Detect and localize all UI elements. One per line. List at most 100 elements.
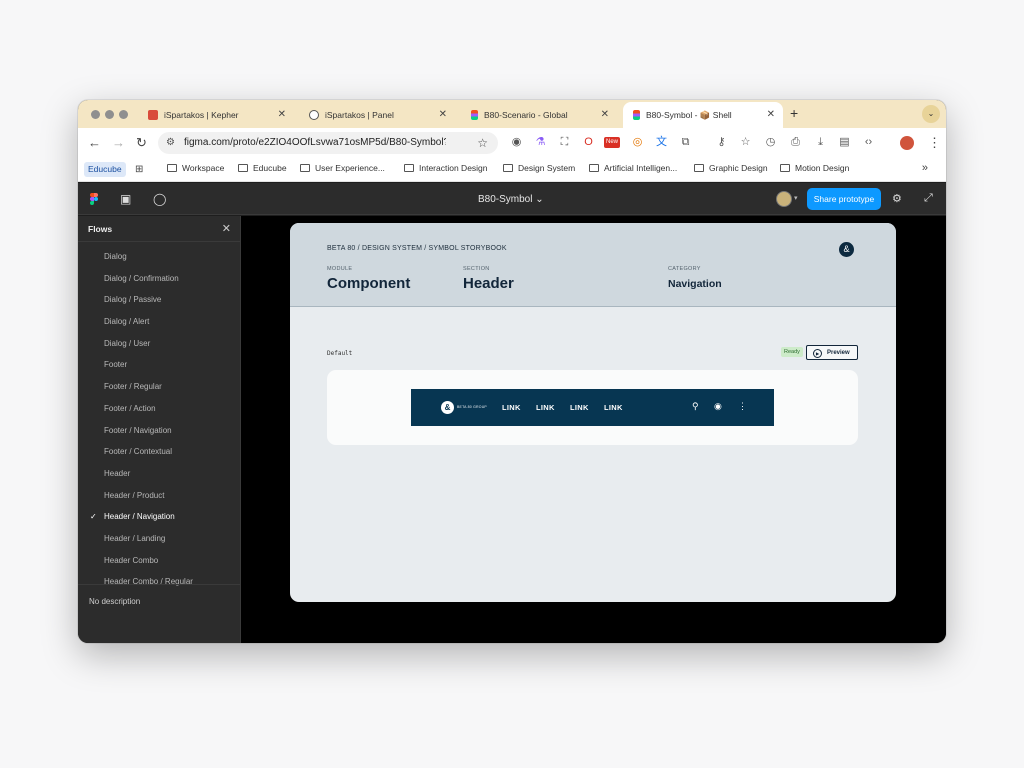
avatar[interactable] xyxy=(776,191,792,207)
nav-link[interactable]: LINK xyxy=(502,403,521,412)
flow-item[interactable]: Footer / Regular xyxy=(78,376,241,398)
download-icon[interactable]: ⤓ xyxy=(814,136,827,149)
tab-panel[interactable]: iSpartakos | Panel ✕ xyxy=(299,102,455,128)
bookmark-folder[interactable]: Workspace xyxy=(167,163,224,173)
nav-link[interactable]: LINK xyxy=(570,403,589,412)
red-box-icon xyxy=(148,110,158,120)
comment-icon[interactable]: ◯ xyxy=(153,192,166,206)
status-badge: Ready xyxy=(781,347,803,357)
new-badge[interactable]: New xyxy=(604,137,621,148)
settings-sliders-icon[interactable]: ⚙ xyxy=(892,192,902,205)
opera-icon[interactable]: O xyxy=(582,136,595,149)
flow-item[interactable]: Dialog / Passive xyxy=(78,289,241,311)
flow-item[interactable]: Header Combo xyxy=(78,550,241,572)
flow-item[interactable]: Dialog xyxy=(78,246,241,268)
share-prototype-button[interactable]: Share prototype xyxy=(807,188,881,210)
flow-item[interactable]: Header / Product xyxy=(78,485,241,507)
category-value: Navigation xyxy=(668,278,722,290)
flow-item[interactable]: Dialog / User xyxy=(78,333,241,355)
file-title-dropdown[interactable]: B80-Symbol ⌄ xyxy=(478,194,544,205)
apps-grid-icon[interactable]: ⊞ xyxy=(135,164,143,175)
variant-name: Default xyxy=(327,350,353,357)
brand-name: BETA 80 GROUP xyxy=(457,405,487,409)
flow-item[interactable]: Dialog / Alert xyxy=(78,311,241,333)
flow-item[interactable]: Footer xyxy=(78,354,241,376)
tab-kepher[interactable]: iSpartakos | Kepher ✕ xyxy=(138,102,294,128)
reload-icon[interactable]: ↻ xyxy=(136,135,147,151)
translate-icon[interactable]: 文 xyxy=(655,136,668,149)
close-icon[interactable]: ✕ xyxy=(278,109,286,120)
bookmark-educube-chip[interactable]: Educube xyxy=(84,162,126,177)
star-icon[interactable]: ☆ xyxy=(739,136,752,149)
section-label: SECTION xyxy=(463,266,490,272)
flow-item[interactable]: Header xyxy=(78,463,241,485)
bookmarks-bar: Educube ⊞ Workspace Educube User Experie… xyxy=(78,158,946,182)
bookmark-folder[interactable]: User Experience... xyxy=(300,163,385,173)
new-tab-button[interactable]: + xyxy=(790,105,798,121)
site-settings-icon[interactable]: ⚙ xyxy=(166,137,175,148)
storybook-frame: BETA 80 / DESIGN SYSTEM / SYMBOL STORYBO… xyxy=(290,223,896,602)
bookmark-folder[interactable]: Design System xyxy=(503,163,575,173)
extensions-icon[interactable]: ⧉ xyxy=(679,136,692,149)
chevron-down-icon[interactable]: ▾ xyxy=(794,194,798,202)
bookmark-folder[interactable]: Educube xyxy=(238,163,287,173)
figma-toolbar: ▣ ◯ B80-Symbol ⌄ ▾ Share prototype ⚙ ⤢ xyxy=(78,183,946,215)
folder-icon xyxy=(589,164,599,172)
minimize-window-button[interactable] xyxy=(105,110,114,119)
bookmark-label: Educube xyxy=(253,163,287,173)
bookmark-folder[interactable]: Interaction Design xyxy=(404,163,488,173)
nav-link[interactable]: LINK xyxy=(536,403,555,412)
close-icon[interactable]: ✕ xyxy=(222,222,231,235)
flask-icon[interactable]: ⚗ xyxy=(534,136,547,149)
profile-avatar[interactable] xyxy=(900,136,914,150)
tab-scenario[interactable]: B80-Scenario - Global ✕ xyxy=(461,102,617,128)
tab-strip: iSpartakos | Kepher ✕ iSpartakos | Panel… xyxy=(78,100,946,128)
history-icon[interactable]: ◷ xyxy=(764,136,777,149)
tab-search-button[interactable]: ⌄ xyxy=(922,105,940,123)
code-icon[interactable]: ‹› xyxy=(862,136,875,149)
figma-logo-icon[interactable] xyxy=(90,193,98,205)
close-icon[interactable]: ✕ xyxy=(439,109,447,120)
screenshot-icon[interactable]: ⛶ xyxy=(558,136,571,149)
flow-item[interactable]: Footer / Action xyxy=(78,398,241,420)
search-icon[interactable]: ⚲ xyxy=(692,401,699,412)
bookmark-folder[interactable]: Graphic Design xyxy=(694,163,768,173)
nav-link[interactable]: LINK xyxy=(604,403,623,412)
brand-logo-icon[interactable]: & xyxy=(441,401,454,414)
user-account-icon[interactable]: ◉ xyxy=(714,401,722,412)
close-icon[interactable]: ✕ xyxy=(767,109,775,120)
color-ring-icon[interactable]: ◎ xyxy=(631,136,644,149)
flow-item[interactable]: Footer / Navigation xyxy=(78,420,241,442)
more-bookmarks-icon[interactable]: » xyxy=(922,162,928,174)
camera-icon[interactable]: ◉ xyxy=(510,136,523,149)
bookmark-star-icon[interactable]: ☆ xyxy=(477,136,488,150)
bookmark-folder[interactable]: Motion Design xyxy=(780,163,849,173)
forward-icon[interactable]: → xyxy=(112,135,125,151)
folder-icon xyxy=(300,164,310,172)
password-key-icon[interactable]: ⚷ xyxy=(715,136,728,149)
preview-button[interactable]: ▶ Preview xyxy=(806,345,858,360)
bookmark-folder[interactable]: Artificial Intelligen... xyxy=(589,163,677,173)
address-bar[interactable]: ⚙ figma.com/proto/e2ZIO4OOfLsvwa71osMP5d… xyxy=(158,132,498,154)
print-icon[interactable]: ⎙ xyxy=(789,136,802,149)
sidebar-toggle-icon[interactable]: ▣ xyxy=(120,192,131,206)
close-window-button[interactable] xyxy=(91,110,100,119)
close-icon[interactable]: ✕ xyxy=(601,109,609,120)
flow-item[interactable]: ✓ Header / Navigation xyxy=(78,506,241,528)
flow-item[interactable]: Dialog / Confirmation xyxy=(78,268,241,290)
tab-symbol[interactable]: B80-Symbol - 📦 Shell ✕ xyxy=(623,102,783,128)
expand-icon[interactable]: ⤢ xyxy=(924,192,933,205)
flows-panel: Flows ✕ Dialog Dialog / Confirmation Dialo… xyxy=(78,216,241,643)
browser-menu-icon[interactable]: ⋮ xyxy=(928,135,941,151)
url-text[interactable]: figma.com/proto/e2ZIO4OOfLsvwa71osMP5d/B… xyxy=(184,137,446,148)
flow-item[interactable]: Header / Landing xyxy=(78,528,241,550)
zoom-window-button[interactable] xyxy=(119,110,128,119)
reader-icon[interactable]: ▤ xyxy=(838,136,851,149)
more-vertical-icon[interactable]: ⋮ xyxy=(738,401,747,412)
folder-icon xyxy=(404,164,414,172)
flow-label: Header xyxy=(104,468,131,478)
back-icon[interactable]: ← xyxy=(88,135,101,151)
flow-item[interactable]: Footer / Contextual xyxy=(78,441,241,463)
bookmark-label: Motion Design xyxy=(795,163,850,173)
folder-icon xyxy=(167,164,177,172)
